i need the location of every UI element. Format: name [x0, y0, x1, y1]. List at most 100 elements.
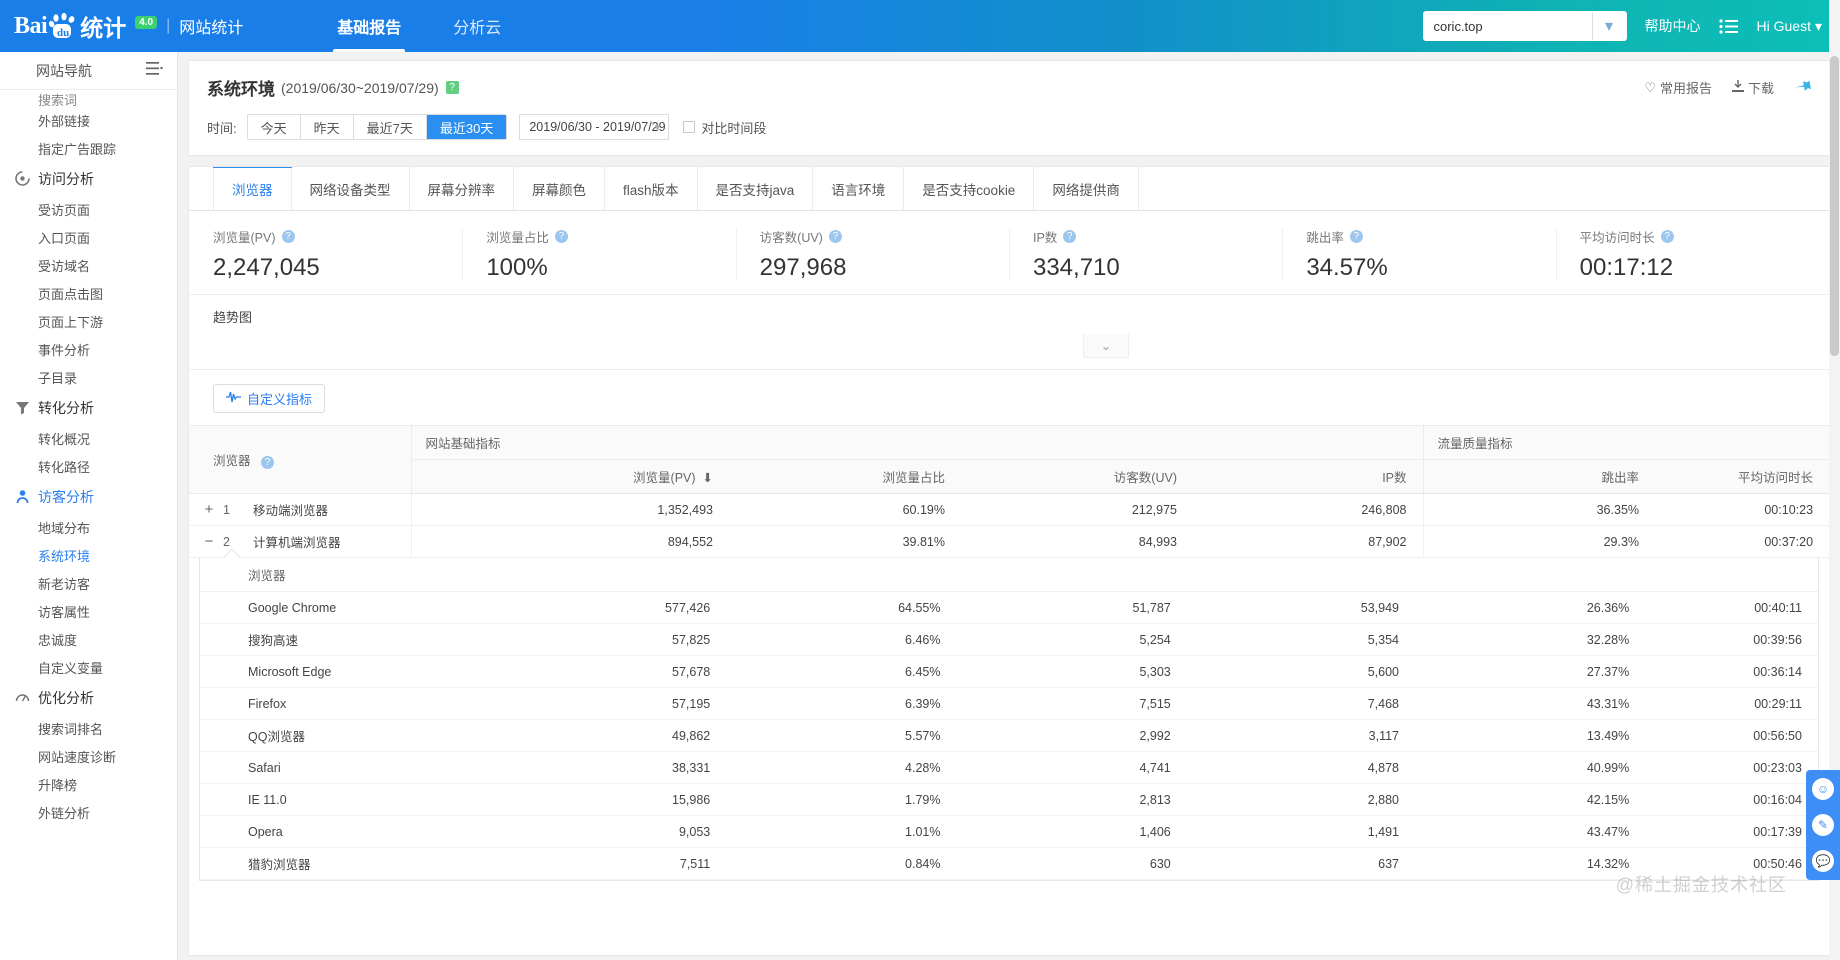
sidebar-item-2[interactable]: 指定广告跟踪	[0, 134, 177, 162]
sidebar-item-1[interactable]: 外部链接	[0, 106, 177, 134]
site-select[interactable]: coric.top ▾	[1422, 11, 1627, 41]
help-tooltip-icon[interactable]: ?	[445, 81, 459, 94]
topnav-item-basic-report[interactable]: 基础报告	[311, 0, 427, 52]
sidebar-nav-header[interactable]: 网站导航	[0, 52, 177, 90]
compare-period-checkbox[interactable]: 对比时间段	[683, 118, 766, 137]
sidebar-item-10[interactable]: 子目录	[0, 363, 177, 391]
sidebar-group-14[interactable]: 访客分析	[0, 480, 177, 513]
sidebar-item-8[interactable]: 页面上下游	[0, 307, 177, 335]
nested-row-name[interactable]: QQ浏览器	[200, 726, 421, 745]
favorite-report-button[interactable]: ♡ 常用报告	[1644, 78, 1712, 97]
download-button[interactable]: 下载	[1731, 78, 1774, 97]
topnav-item-analysis-cloud[interactable]: 分析云	[427, 0, 527, 52]
column-header-pv-share[interactable]: 浏览量占比	[729, 459, 961, 494]
tab-3[interactable]: 屏幕颜色	[514, 167, 605, 210]
date-picker[interactable]: 2019/06/30 - 2019/07/29 ▾	[519, 114, 670, 140]
sidebar-group-21[interactable]: 优化分析	[0, 681, 177, 714]
sidebar-group-11[interactable]: 转化分析	[0, 391, 177, 424]
trend-collapse-toggle[interactable]: ⌄	[1083, 334, 1129, 358]
nested-row-name[interactable]: Safari	[200, 761, 421, 775]
brand-logo[interactable]: Bai du 统计 4.0 | 网站统计	[0, 9, 243, 43]
help-tooltip-icon[interactable]: ?	[1063, 230, 1077, 243]
tab-7[interactable]: 是否支持cookie	[904, 167, 1035, 210]
sidebar-item-9[interactable]: 事件分析	[0, 335, 177, 363]
tab-6[interactable]: 语言环境	[813, 167, 905, 210]
column-header-pv[interactable]: 浏览量(PV) ⬇	[411, 459, 729, 494]
row-name[interactable]: 计算机端浏览器	[253, 532, 341, 551]
row-name[interactable]: 移动端浏览器	[253, 500, 328, 519]
nested-table-row[interactable]: IE 11.0 15,986 1.79% 2,813 2,880 42.15% 00:16:…	[200, 784, 1818, 816]
collapse-sidebar-icon[interactable]	[146, 62, 163, 79]
custom-metric-button[interactable]: 自定义指标	[213, 384, 326, 413]
help-tooltip-icon[interactable]: ?	[828, 230, 842, 243]
segment-yesterday[interactable]: 昨天	[300, 115, 354, 139]
pin-icon[interactable]	[1789, 74, 1816, 102]
tab-1[interactable]: 网络设备类型	[291, 167, 410, 210]
sidebar-item-25[interactable]: 外链分析	[0, 798, 177, 826]
sidebar-item-23[interactable]: 网站速度诊断	[0, 742, 177, 770]
arrow-down-icon[interactable]: ⬇	[699, 471, 713, 485]
sidebar-item-17[interactable]: 新老访客	[0, 569, 177, 597]
table-row[interactable]: +1 移动端浏览器 1,352,493 60.19% 212,975 246,808 36.…	[189, 493, 1829, 526]
tab-2[interactable]: 屏幕分辨率	[409, 167, 514, 210]
nested-table-row[interactable]: QQ浏览器 49,862 5.57% 2,992 3,117 13.49% 00:56:50	[200, 720, 1818, 752]
nested-table-row[interactable]: Google Chrome 577,426 64.55% 51,787 53,949 26…	[200, 592, 1818, 624]
sidebar-item-19[interactable]: 忠诚度	[0, 625, 177, 653]
sidebar-item-24[interactable]: 升降榜	[0, 770, 177, 798]
help-center-link[interactable]: 帮助中心	[1645, 16, 1701, 36]
segment-last-7-days[interactable]: 最近7天	[353, 115, 427, 139]
help-tooltip-icon[interactable]: ?	[281, 230, 295, 243]
column-header-uv[interactable]: 访客数(UV)	[961, 459, 1193, 494]
sidebar-item-12[interactable]: 转化概况	[0, 424, 177, 452]
help-tooltip-icon[interactable]: ?	[261, 456, 274, 469]
column-header-avg-visit-time[interactable]: 平均访问时长	[1655, 459, 1829, 494]
sidebar-item-15[interactable]: 地域分布	[0, 513, 177, 541]
sidebar-item-22[interactable]: 搜索词排名	[0, 714, 177, 742]
chat-icon[interactable]: 💬	[1812, 850, 1834, 872]
list-menu-icon[interactable]	[1718, 18, 1739, 34]
nested-row-name[interactable]: 猎豹浏览器	[200, 854, 421, 873]
segment-today[interactable]: 今天	[247, 115, 301, 139]
table-row[interactable]: −2 计算机端浏览器 894,552 39.81% 84,993 87,902 29.3% 0…	[189, 525, 1829, 558]
nested-row-name[interactable]: Opera	[200, 825, 421, 839]
sidebar-item-18[interactable]: 访客属性	[0, 597, 177, 625]
nested-table-row[interactable]: 搜狗高速 57,825 6.46% 5,254 5,354 32.28% 00:39:56	[200, 624, 1818, 656]
nested-table-row[interactable]: Safari 38,331 4.28% 4,741 4,878 40.99% 00:23:0…	[200, 752, 1818, 784]
sidebar-group-3[interactable]: 访问分析	[0, 162, 177, 195]
nested-row-name[interactable]: Firefox	[200, 697, 421, 711]
smiley-icon[interactable]: ☺	[1812, 778, 1834, 800]
chevron-down-icon[interactable]: ▾	[1591, 12, 1626, 40]
sidebar-item-7[interactable]: 页面点击图	[0, 279, 177, 307]
sidebar-item-4[interactable]: 受访页面	[0, 195, 177, 223]
user-menu[interactable]: Hi Guest ▾	[1757, 18, 1823, 35]
sidebar-item-6[interactable]: 受访域名	[0, 251, 177, 279]
expand-toggle-icon[interactable]: −	[201, 533, 217, 550]
tab-0[interactable]: 浏览器	[213, 167, 292, 210]
nested-row-name[interactable]: Google Chrome	[200, 601, 421, 615]
tab-5[interactable]: 是否支持java	[697, 167, 814, 210]
nested-table-row[interactable]: Firefox 57,195 6.39% 7,515 7,468 43.31% 00:29:…	[200, 688, 1818, 720]
expand-toggle-icon[interactable]: +	[201, 501, 217, 518]
column-header-ip[interactable]: IP数	[1193, 459, 1424, 494]
segment-last-30-days[interactable]: 最近30天	[426, 115, 507, 139]
tab-8[interactable]: 网络提供商	[1034, 167, 1139, 210]
page-scrollbar-thumb[interactable]	[1830, 56, 1839, 356]
nested-row-name[interactable]: IE 11.0	[200, 793, 421, 807]
sidebar-item-5[interactable]: 入口页面	[0, 223, 177, 251]
pencil-icon[interactable]: ✎	[1812, 814, 1834, 836]
column-header-bounce-rate[interactable]: 跳出率	[1422, 459, 1656, 494]
sidebar-item-13[interactable]: 转化路径	[0, 452, 177, 480]
row-expander[interactable]: +1 移动端浏览器	[201, 500, 411, 519]
sidebar-item-0[interactable]: 搜索词	[0, 92, 177, 107]
sidebar-item-16[interactable]: 系统环境	[0, 541, 177, 569]
help-tooltip-icon[interactable]: ?	[1349, 230, 1363, 243]
nested-row-name[interactable]: 搜狗高速	[200, 630, 421, 649]
nested-table-row[interactable]: Opera 9,053 1.01% 1,406 1,491 43.47% 00:17:39	[200, 816, 1818, 848]
nested-table-row[interactable]: 猎豹浏览器 7,511 0.84% 630 637 14.32% 00:50:46	[200, 848, 1818, 880]
help-tooltip-icon[interactable]: ?	[1660, 230, 1674, 243]
nested-table-row[interactable]: Microsoft Edge 57,678 6.45% 5,303 5,600 27.37…	[200, 656, 1818, 688]
sidebar-item-20[interactable]: 自定义变量	[0, 653, 177, 681]
help-tooltip-icon[interactable]: ?	[554, 230, 568, 243]
nested-row-name[interactable]: Microsoft Edge	[200, 665, 421, 679]
tab-4[interactable]: flash版本	[605, 167, 698, 210]
